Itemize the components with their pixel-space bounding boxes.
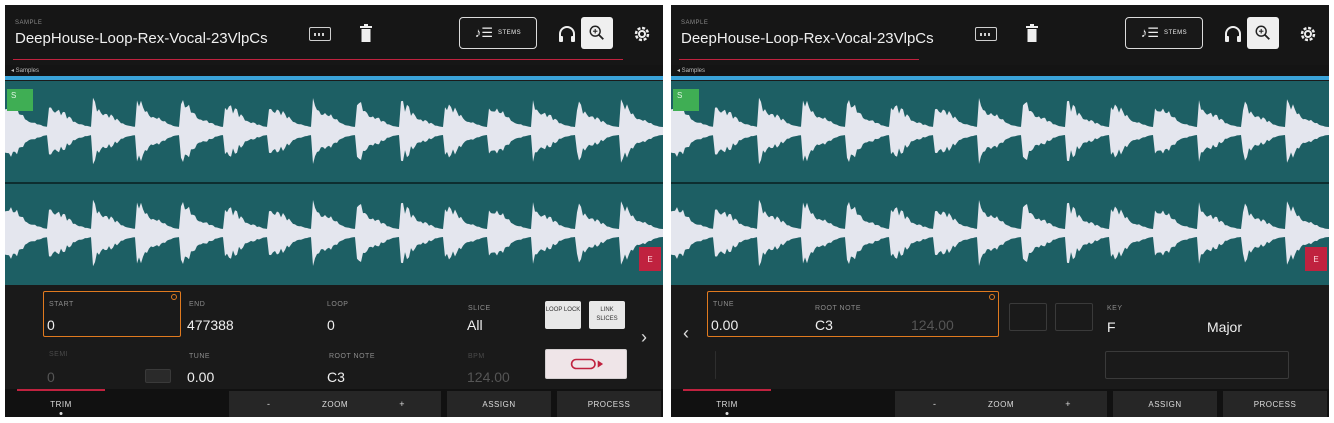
loop-icon xyxy=(570,358,604,370)
zoom-icon xyxy=(1255,25,1270,40)
start-value[interactable]: 0 xyxy=(47,317,55,333)
stems-button[interactable]: ♪☰ STEMS xyxy=(1125,17,1203,49)
tab-trim[interactable]: TRIM xyxy=(17,391,105,417)
tab-assign[interactable]: ASSIGN xyxy=(1113,391,1217,417)
trash-icon[interactable] xyxy=(360,23,372,43)
headphones-icon[interactable] xyxy=(1223,24,1243,44)
gear-icon[interactable] xyxy=(631,23,653,45)
parameter-panel: START 0 END 477388 LOOP 0 SLICE All LOOP… xyxy=(5,285,663,389)
zoom-button[interactable] xyxy=(1247,17,1279,49)
sample-name[interactable]: DeepHouse-Loop-Rex-Vocal-23VlpCs xyxy=(15,30,268,47)
stems-icon: ♪☰ xyxy=(474,25,493,40)
knob-icon xyxy=(171,294,177,300)
ruler-label: ◂ Samples xyxy=(11,68,40,74)
tab-zoom[interactable]: - ZOOM + xyxy=(895,391,1107,417)
end-value[interactable]: 477388 xyxy=(187,317,234,333)
loop-toggle-button[interactable] xyxy=(545,349,627,379)
waveform-channel xyxy=(671,97,1329,165)
tab-trim[interactable]: TRIM xyxy=(683,391,771,417)
end-marker[interactable]: E xyxy=(639,247,661,271)
loop-lock-button[interactable]: LOOP LOCK xyxy=(545,301,581,329)
channel-divider xyxy=(671,182,1329,184)
start-marker[interactable]: S xyxy=(7,89,33,111)
link-slices-button[interactable]: LINK SLICES xyxy=(589,301,625,329)
key-label: KEY xyxy=(1107,305,1123,312)
tab-process[interactable]: PROCESS xyxy=(1223,391,1327,417)
sample-section-label: SAMPLE xyxy=(681,20,709,26)
bottom-tab-bar: TRIM - ZOOM + ASSIGN PROCESS xyxy=(5,389,663,417)
parameter-panel: ‹ TUNE 0.00 ROOT NOTE C3 124.00 KEY F Ma… xyxy=(671,285,1329,389)
sample-name[interactable]: DeepHouse-Loop-Rex-Vocal-23VlpCs xyxy=(681,30,934,47)
start-field-focus[interactable] xyxy=(43,291,181,337)
ruler-position-bar[interactable] xyxy=(671,76,1329,80)
gear-icon[interactable] xyxy=(1297,23,1319,45)
root-note-label: ROOT NOTE xyxy=(815,305,861,312)
zoom-in-button[interactable]: + xyxy=(1065,399,1071,409)
sample-name-underline xyxy=(13,59,623,60)
tune-value[interactable]: 0.00 xyxy=(711,317,738,333)
semi-label: SEMI xyxy=(49,351,69,358)
tab-process[interactable]: PROCESS xyxy=(557,391,661,417)
tune-label: TUNE xyxy=(713,301,735,308)
end-label: END xyxy=(189,301,206,308)
tab-assign[interactable]: ASSIGN xyxy=(447,391,551,417)
waveform-channel xyxy=(671,199,1329,267)
header-bar: SAMPLE DeepHouse-Loop-Rex-Vocal-23VlpCs … xyxy=(671,5,1329,65)
scale-value[interactable]: Major xyxy=(1207,319,1242,335)
semi-toggle[interactable] xyxy=(145,369,171,383)
apply-button[interactable] xyxy=(1105,351,1289,379)
key-value[interactable]: F xyxy=(1107,319,1116,335)
loop-value[interactable]: 0 xyxy=(327,317,335,333)
header-bar: SAMPLE DeepHouse-Loop-Rex-Vocal-23VlpCs … xyxy=(5,5,663,65)
sample-edit-screen-trim: SAMPLE DeepHouse-Loop-Rex-Vocal-23VlpCs … xyxy=(5,5,663,417)
tune-value[interactable]: 0.00 xyxy=(187,369,214,385)
keyboard-icon[interactable] xyxy=(309,27,331,41)
tune-label: TUNE xyxy=(189,353,211,360)
sample-section-label: SAMPLE xyxy=(15,20,43,26)
waveform-display[interactable]: S E xyxy=(671,81,1329,285)
sample-name-underline xyxy=(679,59,919,60)
active-dot xyxy=(59,412,63,415)
tune-field-focus[interactable] xyxy=(707,291,999,337)
sample-edit-screen-trim-page2: SAMPLE DeepHouse-Loop-Rex-Vocal-23VlpCs … xyxy=(671,5,1329,417)
ruler-label: ◂ Samples xyxy=(677,68,706,74)
bpm-value[interactable]: 124.00 xyxy=(911,317,954,333)
bpm-label: BPM xyxy=(468,353,485,360)
slice-label: SLICE xyxy=(468,305,491,312)
bpm-value[interactable]: 124.00 xyxy=(467,369,510,385)
knob-icon xyxy=(989,294,995,300)
active-dot xyxy=(725,412,729,415)
stems-icon: ♪☰ xyxy=(1140,25,1159,40)
zoom-out-button[interactable]: - xyxy=(933,399,937,409)
keyboard-icon[interactable] xyxy=(975,27,997,41)
waveform-channel xyxy=(5,199,663,267)
channel-divider xyxy=(5,182,663,184)
waveform-display[interactable]: S E xyxy=(5,81,663,285)
start-marker[interactable]: S xyxy=(673,89,699,111)
chevron-right-icon[interactable]: › xyxy=(641,327,647,348)
ruler-position-bar[interactable] xyxy=(5,76,663,80)
chevron-left-icon[interactable]: ‹ xyxy=(683,323,689,344)
stems-button[interactable]: ♪☰ STEMS xyxy=(459,17,537,49)
headphones-icon[interactable] xyxy=(557,24,577,44)
waveform-channel xyxy=(5,97,663,165)
zoom-button[interactable] xyxy=(581,17,613,49)
zoom-out-button[interactable]: - xyxy=(267,399,271,409)
slice-value[interactable]: All xyxy=(467,317,483,333)
divider xyxy=(715,351,716,379)
tab-zoom[interactable]: - ZOOM + xyxy=(229,391,441,417)
halve-button[interactable] xyxy=(1009,303,1047,331)
end-marker[interactable]: E xyxy=(1305,247,1327,271)
root-note-value[interactable]: C3 xyxy=(327,369,345,385)
root-note-label: ROOT NOTE xyxy=(329,353,375,360)
bottom-tab-bar: TRIM - ZOOM + ASSIGN PROCESS xyxy=(671,389,1329,417)
root-note-value[interactable]: C3 xyxy=(815,317,833,333)
zoom-icon xyxy=(589,25,604,40)
semi-value[interactable]: 0 xyxy=(47,369,55,385)
start-label: START xyxy=(49,301,74,308)
zoom-in-button[interactable]: + xyxy=(399,399,405,409)
loop-label: LOOP xyxy=(327,301,349,308)
double-button[interactable] xyxy=(1055,303,1093,331)
trash-icon[interactable] xyxy=(1026,23,1038,43)
